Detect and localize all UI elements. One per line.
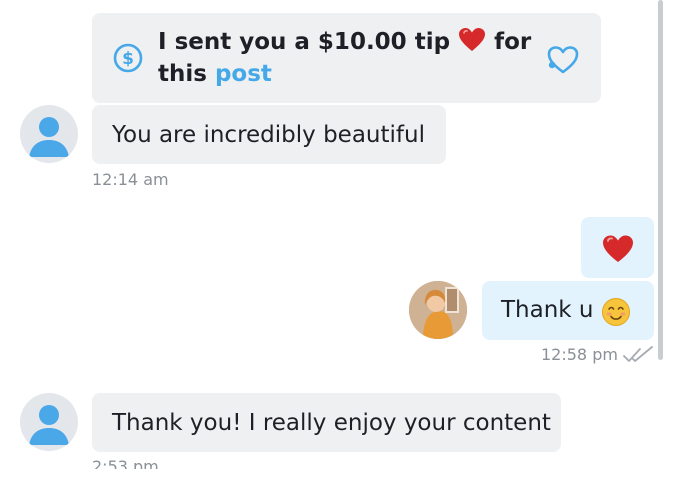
outgoing-message-bubble[interactable] — [581, 217, 654, 278]
tip-text-suffix: for — [494, 29, 532, 55]
message-timestamp: 12:58 pm — [541, 345, 618, 364]
tip-text-line-2: this post — [158, 59, 272, 89]
viewport-bottom-edge — [0, 469, 680, 498]
double-check-icon — [622, 345, 654, 365]
smiling-face-icon — [601, 297, 630, 326]
outgoing-message-bubble[interactable]: Thank u — [482, 281, 654, 340]
user-silhouette-icon — [29, 117, 69, 157]
user-silhouette-icon — [29, 405, 69, 445]
tip-text-this: this — [158, 61, 207, 87]
message-timestamp: 12:14 am — [92, 170, 169, 189]
dollar-circle-icon: $ — [112, 42, 144, 74]
incoming-message-bubble[interactable]: You are incredibly beautiful — [92, 105, 446, 164]
red-heart-icon — [601, 234, 635, 264]
scrollbar-thumb[interactable] — [658, 0, 663, 360]
profile-photo — [409, 281, 467, 339]
incoming-message-bubble[interactable]: Thank you! I really enjoy your content — [92, 393, 561, 452]
tip-message-card[interactable]: $ I sent you a $10.00 tip for this post — [92, 13, 601, 103]
tip-amount-text: I sent you a $10.00 tip — [158, 29, 451, 55]
sender-avatar[interactable] — [20, 393, 78, 451]
message-text: Thank u — [501, 297, 594, 323]
red-heart-icon — [458, 27, 486, 53]
message-text: Thank you! I really enjoy your content — [112, 410, 551, 436]
svg-text:$: $ — [122, 49, 134, 69]
chat-thread: $ I sent you a $10.00 tip for this post — [0, 0, 680, 498]
creator-avatar[interactable] — [409, 281, 467, 339]
message-text: You are incredibly beautiful — [112, 122, 425, 148]
post-link[interactable]: post — [215, 61, 272, 87]
tip-text-line-1: I sent you a $10.00 tip for — [158, 27, 531, 57]
heart-outline-icon[interactable] — [546, 45, 580, 75]
sender-avatar[interactable] — [20, 105, 78, 163]
